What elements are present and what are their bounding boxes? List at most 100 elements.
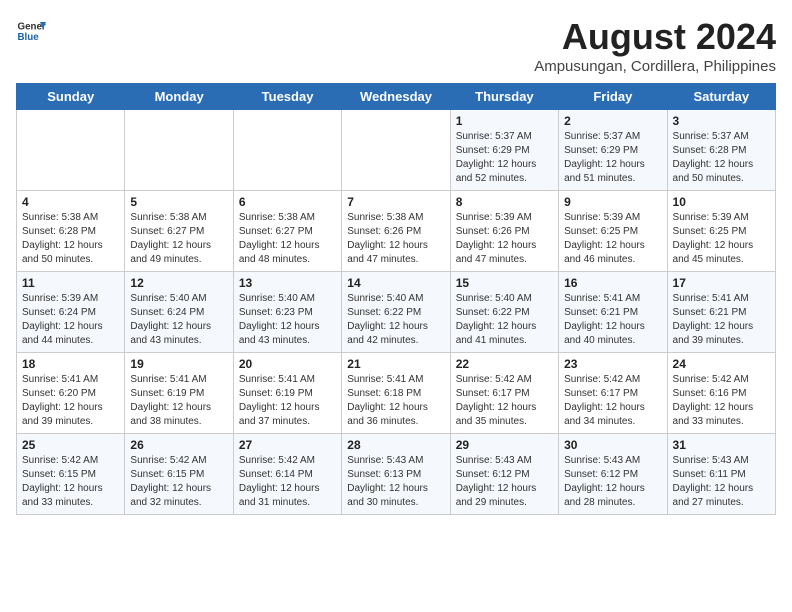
- day-content: Sunrise: 5:42 AM Sunset: 6:15 PM Dayligh…: [22, 454, 119, 510]
- calendar-cell: 9 Sunrise: 5:39 AM Sunset: 6:25 PM Daylig…: [559, 191, 667, 272]
- calendar-cell: 8Sunrise: 5:39 AM Sunset: 6:26 PM Daylig…: [450, 191, 558, 272]
- calendar-week-1: 1 Sunrise: 5:37 AM Sunset: 6:29 PM Daylig…: [17, 110, 776, 191]
- day-number: 28: [347, 438, 444, 452]
- calendar-cell: 12 Sunrise: 5:40 AM Sunset: 6:24 PM Dayli…: [125, 272, 233, 353]
- day-number: 11: [22, 276, 119, 290]
- calendar-cell: 3 Sunrise: 5:37 AM Sunset: 6:28 PM Daylig…: [667, 110, 775, 191]
- day-content: Sunrise: 5:43 AM Sunset: 6:11 PM Dayligh…: [673, 454, 770, 510]
- svg-text:Blue: Blue: [18, 32, 40, 43]
- day-content: Sunrise: 5:38 AM Sunset: 6:28 PM Dayligh…: [22, 211, 119, 267]
- calendar-cell: 19 Sunrise: 5:41 AM Sunset: 6:19 PM Dayli…: [125, 353, 233, 434]
- day-content: Sunrise: 5:42 AM Sunset: 6:15 PM Dayligh…: [130, 454, 227, 510]
- day-content: Sunrise: 5:40 AM Sunset: 6:22 PM Dayligh…: [347, 292, 444, 348]
- day-number: 12: [130, 276, 227, 290]
- calendar-cell: 18Sunrise: 5:41 AM Sunset: 6:20 PM Dayli…: [17, 353, 125, 434]
- day-number: 27: [239, 438, 336, 452]
- day-content: Sunrise: 5:39 AM Sunset: 6:24 PM Dayligh…: [22, 292, 119, 348]
- calendar-cell: 1 Sunrise: 5:37 AM Sunset: 6:29 PM Daylig…: [450, 110, 558, 191]
- day-content: Sunrise: 5:40 AM Sunset: 6:22 PM Dayligh…: [456, 292, 553, 348]
- calendar-cell: 30 Sunrise: 5:43 AM Sunset: 6:12 PM Dayli…: [559, 434, 667, 515]
- day-content: Sunrise: 5:40 AM Sunset: 6:24 PM Dayligh…: [130, 292, 227, 348]
- day-number: 21: [347, 357, 444, 371]
- calendar-cell: 31 Sunrise: 5:43 AM Sunset: 6:11 PM Dayli…: [667, 434, 775, 515]
- day-content: Sunrise: 5:41 AM Sunset: 6:21 PM Dayligh…: [673, 292, 770, 348]
- day-content: Sunrise: 5:37 AM Sunset: 6:29 PM Dayligh…: [456, 130, 553, 186]
- calendar-cell: 29 Sunrise: 5:43 AM Sunset: 6:12 PM Dayli…: [450, 434, 558, 515]
- calendar-cell: 4 Sunrise: 5:38 AM Sunset: 6:28 PM Daylig…: [17, 191, 125, 272]
- day-number: 14: [347, 276, 444, 290]
- logo: General Blue: [16, 16, 46, 46]
- day-number: 4: [22, 195, 119, 209]
- calendar-cell: 21 Sunrise: 5:41 AM Sunset: 6:18 PM Dayli…: [342, 353, 450, 434]
- calendar-cell: [125, 110, 233, 191]
- calendar-cell: 13Sunrise: 5:40 AM Sunset: 6:23 PM Dayli…: [233, 272, 341, 353]
- day-number: 1: [456, 114, 553, 128]
- calendar-cell: 25 Sunrise: 5:42 AM Sunset: 6:15 PM Dayli…: [17, 434, 125, 515]
- day-number: 6: [239, 195, 336, 209]
- calendar-subtitle: Ampusungan, Cordillera, Philippines: [534, 58, 776, 75]
- day-number: 17: [673, 276, 770, 290]
- day-number: 22: [456, 357, 553, 371]
- weekday-header-monday: Monday: [125, 84, 233, 110]
- day-content: Sunrise: 5:39 AM Sunset: 6:25 PM Dayligh…: [564, 211, 661, 267]
- day-number: 20: [239, 357, 336, 371]
- calendar-cell: 10 Sunrise: 5:39 AM Sunset: 6:25 PM Dayli…: [667, 191, 775, 272]
- calendar-title: August 2024: [534, 16, 776, 58]
- calendar-cell: 11 Sunrise: 5:39 AM Sunset: 6:24 PM Dayli…: [17, 272, 125, 353]
- calendar-cell: 20Sunrise: 5:41 AM Sunset: 6:19 PM Dayli…: [233, 353, 341, 434]
- day-number: 2: [564, 114, 661, 128]
- day-number: 13: [239, 276, 336, 290]
- day-number: 7: [347, 195, 444, 209]
- calendar-week-4: 18Sunrise: 5:41 AM Sunset: 6:20 PM Dayli…: [17, 353, 776, 434]
- day-content: Sunrise: 5:43 AM Sunset: 6:12 PM Dayligh…: [456, 454, 553, 510]
- day-content: Sunrise: 5:42 AM Sunset: 6:16 PM Dayligh…: [673, 373, 770, 429]
- day-content: Sunrise: 5:38 AM Sunset: 6:27 PM Dayligh…: [130, 211, 227, 267]
- calendar-cell: 7 Sunrise: 5:38 AM Sunset: 6:26 PM Daylig…: [342, 191, 450, 272]
- day-number: 25: [22, 438, 119, 452]
- day-number: 9: [564, 195, 661, 209]
- calendar-cell: 5 Sunrise: 5:38 AM Sunset: 6:27 PM Daylig…: [125, 191, 233, 272]
- day-content: Sunrise: 5:39 AM Sunset: 6:26 PM Dayligh…: [456, 211, 553, 267]
- calendar-cell: [17, 110, 125, 191]
- day-number: 26: [130, 438, 227, 452]
- day-number: 24: [673, 357, 770, 371]
- day-content: Sunrise: 5:43 AM Sunset: 6:12 PM Dayligh…: [564, 454, 661, 510]
- title-section: August 2024 Ampusungan, Cordillera, Phil…: [534, 16, 776, 75]
- weekday-header-sunday: Sunday: [17, 84, 125, 110]
- day-number: 19: [130, 357, 227, 371]
- calendar-cell: 17 Sunrise: 5:41 AM Sunset: 6:21 PM Dayli…: [667, 272, 775, 353]
- calendar-cell: [342, 110, 450, 191]
- day-number: 29: [456, 438, 553, 452]
- page-header: General Blue August 2024 Ampusungan, Cor…: [16, 16, 776, 75]
- calendar-week-3: 11 Sunrise: 5:39 AM Sunset: 6:24 PM Dayli…: [17, 272, 776, 353]
- day-number: 30: [564, 438, 661, 452]
- day-content: Sunrise: 5:41 AM Sunset: 6:18 PM Dayligh…: [347, 373, 444, 429]
- logo-icon: General Blue: [16, 16, 46, 46]
- day-content: Sunrise: 5:37 AM Sunset: 6:28 PM Dayligh…: [673, 130, 770, 186]
- weekday-header-row: SundayMondayTuesdayWednesdayThursdayFrid…: [17, 84, 776, 110]
- day-number: 31: [673, 438, 770, 452]
- day-content: Sunrise: 5:41 AM Sunset: 6:20 PM Dayligh…: [22, 373, 119, 429]
- day-number: 10: [673, 195, 770, 209]
- calendar-cell: 15Sunrise: 5:40 AM Sunset: 6:22 PM Dayli…: [450, 272, 558, 353]
- calendar-week-2: 4 Sunrise: 5:38 AM Sunset: 6:28 PM Daylig…: [17, 191, 776, 272]
- day-content: Sunrise: 5:39 AM Sunset: 6:25 PM Dayligh…: [673, 211, 770, 267]
- day-number: 5: [130, 195, 227, 209]
- day-number: 3: [673, 114, 770, 128]
- calendar-cell: 23 Sunrise: 5:42 AM Sunset: 6:17 PM Dayli…: [559, 353, 667, 434]
- weekday-header-friday: Friday: [559, 84, 667, 110]
- day-content: Sunrise: 5:41 AM Sunset: 6:19 PM Dayligh…: [130, 373, 227, 429]
- day-content: Sunrise: 5:42 AM Sunset: 6:14 PM Dayligh…: [239, 454, 336, 510]
- calendar-table: SundayMondayTuesdayWednesdayThursdayFrid…: [16, 83, 776, 515]
- calendar-cell: 16Sunrise: 5:41 AM Sunset: 6:21 PM Dayli…: [559, 272, 667, 353]
- day-content: Sunrise: 5:43 AM Sunset: 6:13 PM Dayligh…: [347, 454, 444, 510]
- day-content: Sunrise: 5:38 AM Sunset: 6:26 PM Dayligh…: [347, 211, 444, 267]
- calendar-cell: 14 Sunrise: 5:40 AM Sunset: 6:22 PM Dayli…: [342, 272, 450, 353]
- day-content: Sunrise: 5:42 AM Sunset: 6:17 PM Dayligh…: [564, 373, 661, 429]
- calendar-cell: 27 Sunrise: 5:42 AM Sunset: 6:14 PM Dayli…: [233, 434, 341, 515]
- calendar-cell: 6Sunrise: 5:38 AM Sunset: 6:27 PM Daylig…: [233, 191, 341, 272]
- day-number: 23: [564, 357, 661, 371]
- calendar-cell: 28 Sunrise: 5:43 AM Sunset: 6:13 PM Dayli…: [342, 434, 450, 515]
- calendar-week-5: 25 Sunrise: 5:42 AM Sunset: 6:15 PM Dayli…: [17, 434, 776, 515]
- weekday-header-wednesday: Wednesday: [342, 84, 450, 110]
